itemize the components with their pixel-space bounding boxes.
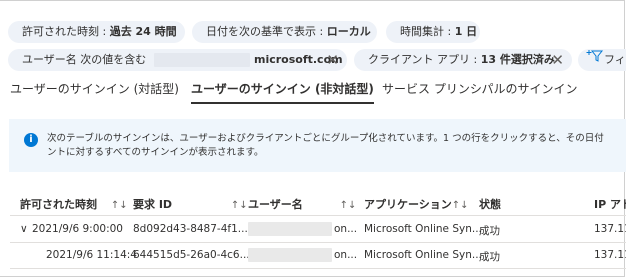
add-filter-pill[interactable]: フィ: [578, 49, 626, 71]
info-text-line2: ントに対するすべてのサインインが表示されます。: [47, 147, 264, 158]
column-header-time[interactable]: 許可された時刻 ↑↓: [20, 196, 128, 212]
tab-noninteractive-signins[interactable]: ユーザーのサインイン (非対話型): [191, 80, 374, 104]
sort-icon[interactable]: ↑↓: [111, 200, 128, 211]
client-app-filter-label: クライアント アプリ :: [368, 53, 481, 66]
username-filter-pill[interactable]: ユーザー名 次の値を含む microsoft.com ✕: [8, 49, 347, 71]
remove-username-filter-icon[interactable]: ✕: [326, 49, 339, 71]
cell-ip: 137.11: [594, 249, 626, 261]
time-filter-value: 過去 24 時間: [109, 25, 177, 38]
column-header-request-id-label: 要求 ID: [133, 198, 173, 211]
remove-client-app-filter-icon[interactable]: ✕: [551, 49, 564, 71]
sort-icon[interactable]: ↑↓: [231, 200, 248, 211]
cell-status: 成功: [479, 225, 500, 237]
column-header-request-id[interactable]: 要求 ID ↑↓: [133, 196, 248, 212]
cell-ip: 137.11: [594, 223, 626, 235]
column-header-application[interactable]: アプリケーション↑↓: [364, 196, 469, 212]
cell-time: 2021/9/6 9:00:00: [32, 223, 123, 235]
column-header-application-label: アプリケーション: [364, 198, 452, 211]
column-header-status[interactable]: 状態: [479, 196, 501, 212]
redacted-username: [248, 222, 332, 236]
sort-icon[interactable]: ↑↓: [340, 200, 357, 211]
column-header-ip[interactable]: IP アド: [594, 196, 626, 212]
redacted-username: [248, 248, 332, 262]
column-header-username[interactable]: ユーザー名 ↑↓: [248, 196, 356, 212]
info-icon: i: [24, 133, 38, 147]
username-filter-label: ユーザー名 次の値を含む: [22, 53, 147, 66]
date-filter-pill[interactable]: 日付を次の基準で表示 : ローカル: [192, 21, 377, 43]
tab-interactive-signins[interactable]: ユーザーのサインイン (対話型): [10, 80, 179, 97]
redacted-username: [154, 53, 250, 67]
column-header-time-label: 許可された時刻: [20, 198, 97, 211]
add-filter-label: フィ: [604, 53, 626, 66]
cell-application: Microsoft Online Syn...: [364, 249, 482, 261]
cell-username-suffix: on...: [334, 249, 358, 261]
time-filter-pill[interactable]: 許可された時刻 : 過去 24 時間: [8, 21, 185, 43]
cell-request-id: 644515d5-26a0-4c6...: [133, 249, 250, 261]
header-divider: [10, 215, 626, 216]
cell-application: Microsoft Online Syn...: [364, 223, 482, 235]
aggregation-filter-label: 時間集計 :: [400, 25, 455, 38]
time-filter-label: 許可された時刻 :: [22, 25, 110, 38]
aggregation-filter-value: 1 日: [454, 25, 478, 38]
aggregation-filter-pill[interactable]: 時間集計 : 1 日: [386, 21, 480, 43]
client-app-filter-value: 13 件選択済み: [480, 53, 555, 66]
row-divider: [10, 268, 626, 269]
client-app-filter-pill[interactable]: クライアント アプリ : 13 件選択済み ✕: [354, 49, 572, 71]
cell-request-id: 8d092d43-8487-4f1...: [133, 223, 248, 235]
row-divider: [10, 242, 626, 243]
cell-time: 2021/9/6 11:14:4: [46, 249, 137, 261]
date-filter-value: ローカル: [326, 25, 371, 38]
info-text-line1: 次のテーブルのサインインは、ユーザーおよびクライアントごとにグループ化されていま…: [47, 133, 604, 144]
cell-status: 成功: [479, 251, 500, 263]
row-expand-icon[interactable]: ∨: [20, 223, 28, 235]
info-banner: i 次のテーブルのサインインは、ユーザーおよびクライアントごとにグループ化されて…: [9, 119, 626, 172]
sort-icon[interactable]: ↑↓: [452, 200, 469, 211]
tab-service-principal-signins[interactable]: サービス プリンシパルのサインイン: [382, 80, 577, 97]
cell-username-suffix: on...: [334, 223, 358, 235]
column-header-username-label: ユーザー名: [248, 198, 303, 211]
date-filter-label: 日付を次の基準で表示 :: [206, 25, 327, 38]
add-filter-icon: [586, 49, 604, 71]
